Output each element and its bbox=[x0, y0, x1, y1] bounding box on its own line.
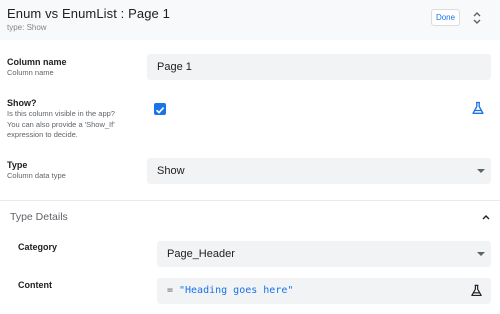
column-name-input[interactable]: Page 1 bbox=[147, 54, 491, 80]
content-label: Content bbox=[18, 280, 52, 290]
type-sublabel: Column data type bbox=[7, 171, 66, 180]
column-name-value: Page 1 bbox=[157, 61, 192, 73]
section-divider bbox=[0, 200, 500, 201]
category-label: Category bbox=[18, 242, 58, 252]
chevron-up-icon[interactable] bbox=[481, 213, 491, 221]
checkmark-icon bbox=[155, 107, 165, 114]
expand-collapse-icon[interactable] bbox=[470, 10, 484, 26]
show-label: Show? bbox=[7, 98, 37, 108]
type-label: Type bbox=[7, 160, 28, 170]
content-expression-field[interactable]: = "Heading goes here" bbox=[157, 278, 491, 304]
chevron-down-icon bbox=[477, 252, 485, 256]
page-subtitle: type: Show bbox=[7, 23, 47, 32]
editor-header: Enum vs EnumList : Page 1 type: Show Don… bbox=[0, 0, 500, 40]
done-button[interactable]: Done bbox=[431, 9, 460, 26]
page-title: Enum vs EnumList : Page 1 bbox=[7, 6, 170, 21]
category-select[interactable]: Page_Header bbox=[157, 241, 491, 267]
show-sublabel-line-1: Is this column visible in the app? bbox=[7, 109, 115, 118]
column-name-label: Column name bbox=[7, 57, 67, 67]
formula-operator: = bbox=[167, 285, 174, 296]
type-select[interactable]: Show bbox=[147, 158, 491, 184]
type-value: Show bbox=[157, 165, 185, 177]
category-value: Page_Header bbox=[167, 248, 235, 260]
formula-value: "Heading goes here" bbox=[179, 285, 294, 296]
flask-icon[interactable] bbox=[470, 284, 483, 297]
show-sublabel-line-2: You can also provide a 'Show_If' bbox=[7, 119, 115, 129]
show-checkbox[interactable] bbox=[154, 103, 166, 115]
show-sublabel-line-3: expression to decide. bbox=[7, 130, 78, 139]
chevron-down-icon bbox=[477, 169, 485, 173]
column-name-sublabel: Column name bbox=[7, 68, 54, 77]
flask-icon[interactable] bbox=[471, 101, 485, 115]
type-details-title: Type Details bbox=[10, 211, 68, 223]
